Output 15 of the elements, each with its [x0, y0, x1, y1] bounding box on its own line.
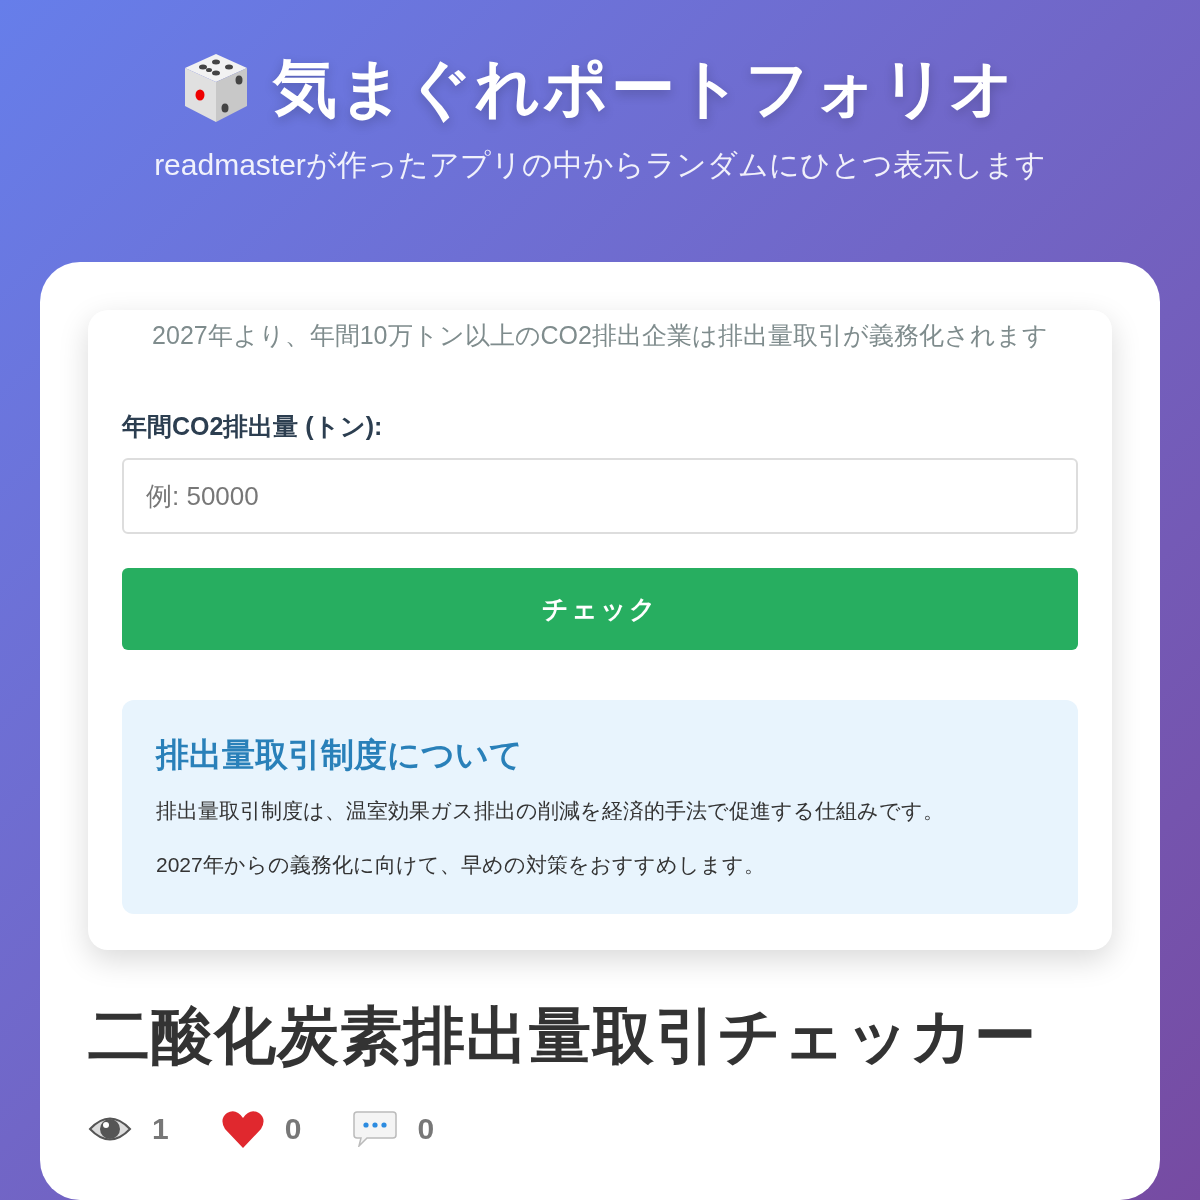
info-paragraph: 2027年からの義務化に向けて、早めの対策をおすすめします。: [156, 852, 766, 878]
check-button[interactable]: チェック: [122, 568, 1078, 650]
input-field[interactable]: 例: 50000: [122, 458, 1078, 534]
stat-count: 0: [284, 1111, 302, 1147]
page-subtitle: readmasterが作ったアプリの中からランダムにひとつ表示します: [154, 150, 1046, 180]
stat-count: 1: [152, 1111, 169, 1147]
stat-count: 0: [417, 1111, 435, 1147]
app-title: 二酸化炭素排出量取引チェッカー: [88, 1000, 1038, 1072]
speech-bubble-icon: [353, 1110, 398, 1147]
info-paragraph: 排出量取引制度は、温室効果ガス排出の削減を経済的手法で促進する仕組みです。: [156, 798, 945, 824]
dice-icon: [183, 52, 249, 124]
field-label: 年間CO2排出量 (トン):: [122, 411, 384, 442]
heart-icon: [220, 1108, 265, 1149]
info-heading: 排出量取引制度について: [156, 735, 524, 775]
notice-text: 2027年より、年間10万トン以上のCO2排出企業は排出量取引が義務化されます: [151, 320, 1049, 351]
